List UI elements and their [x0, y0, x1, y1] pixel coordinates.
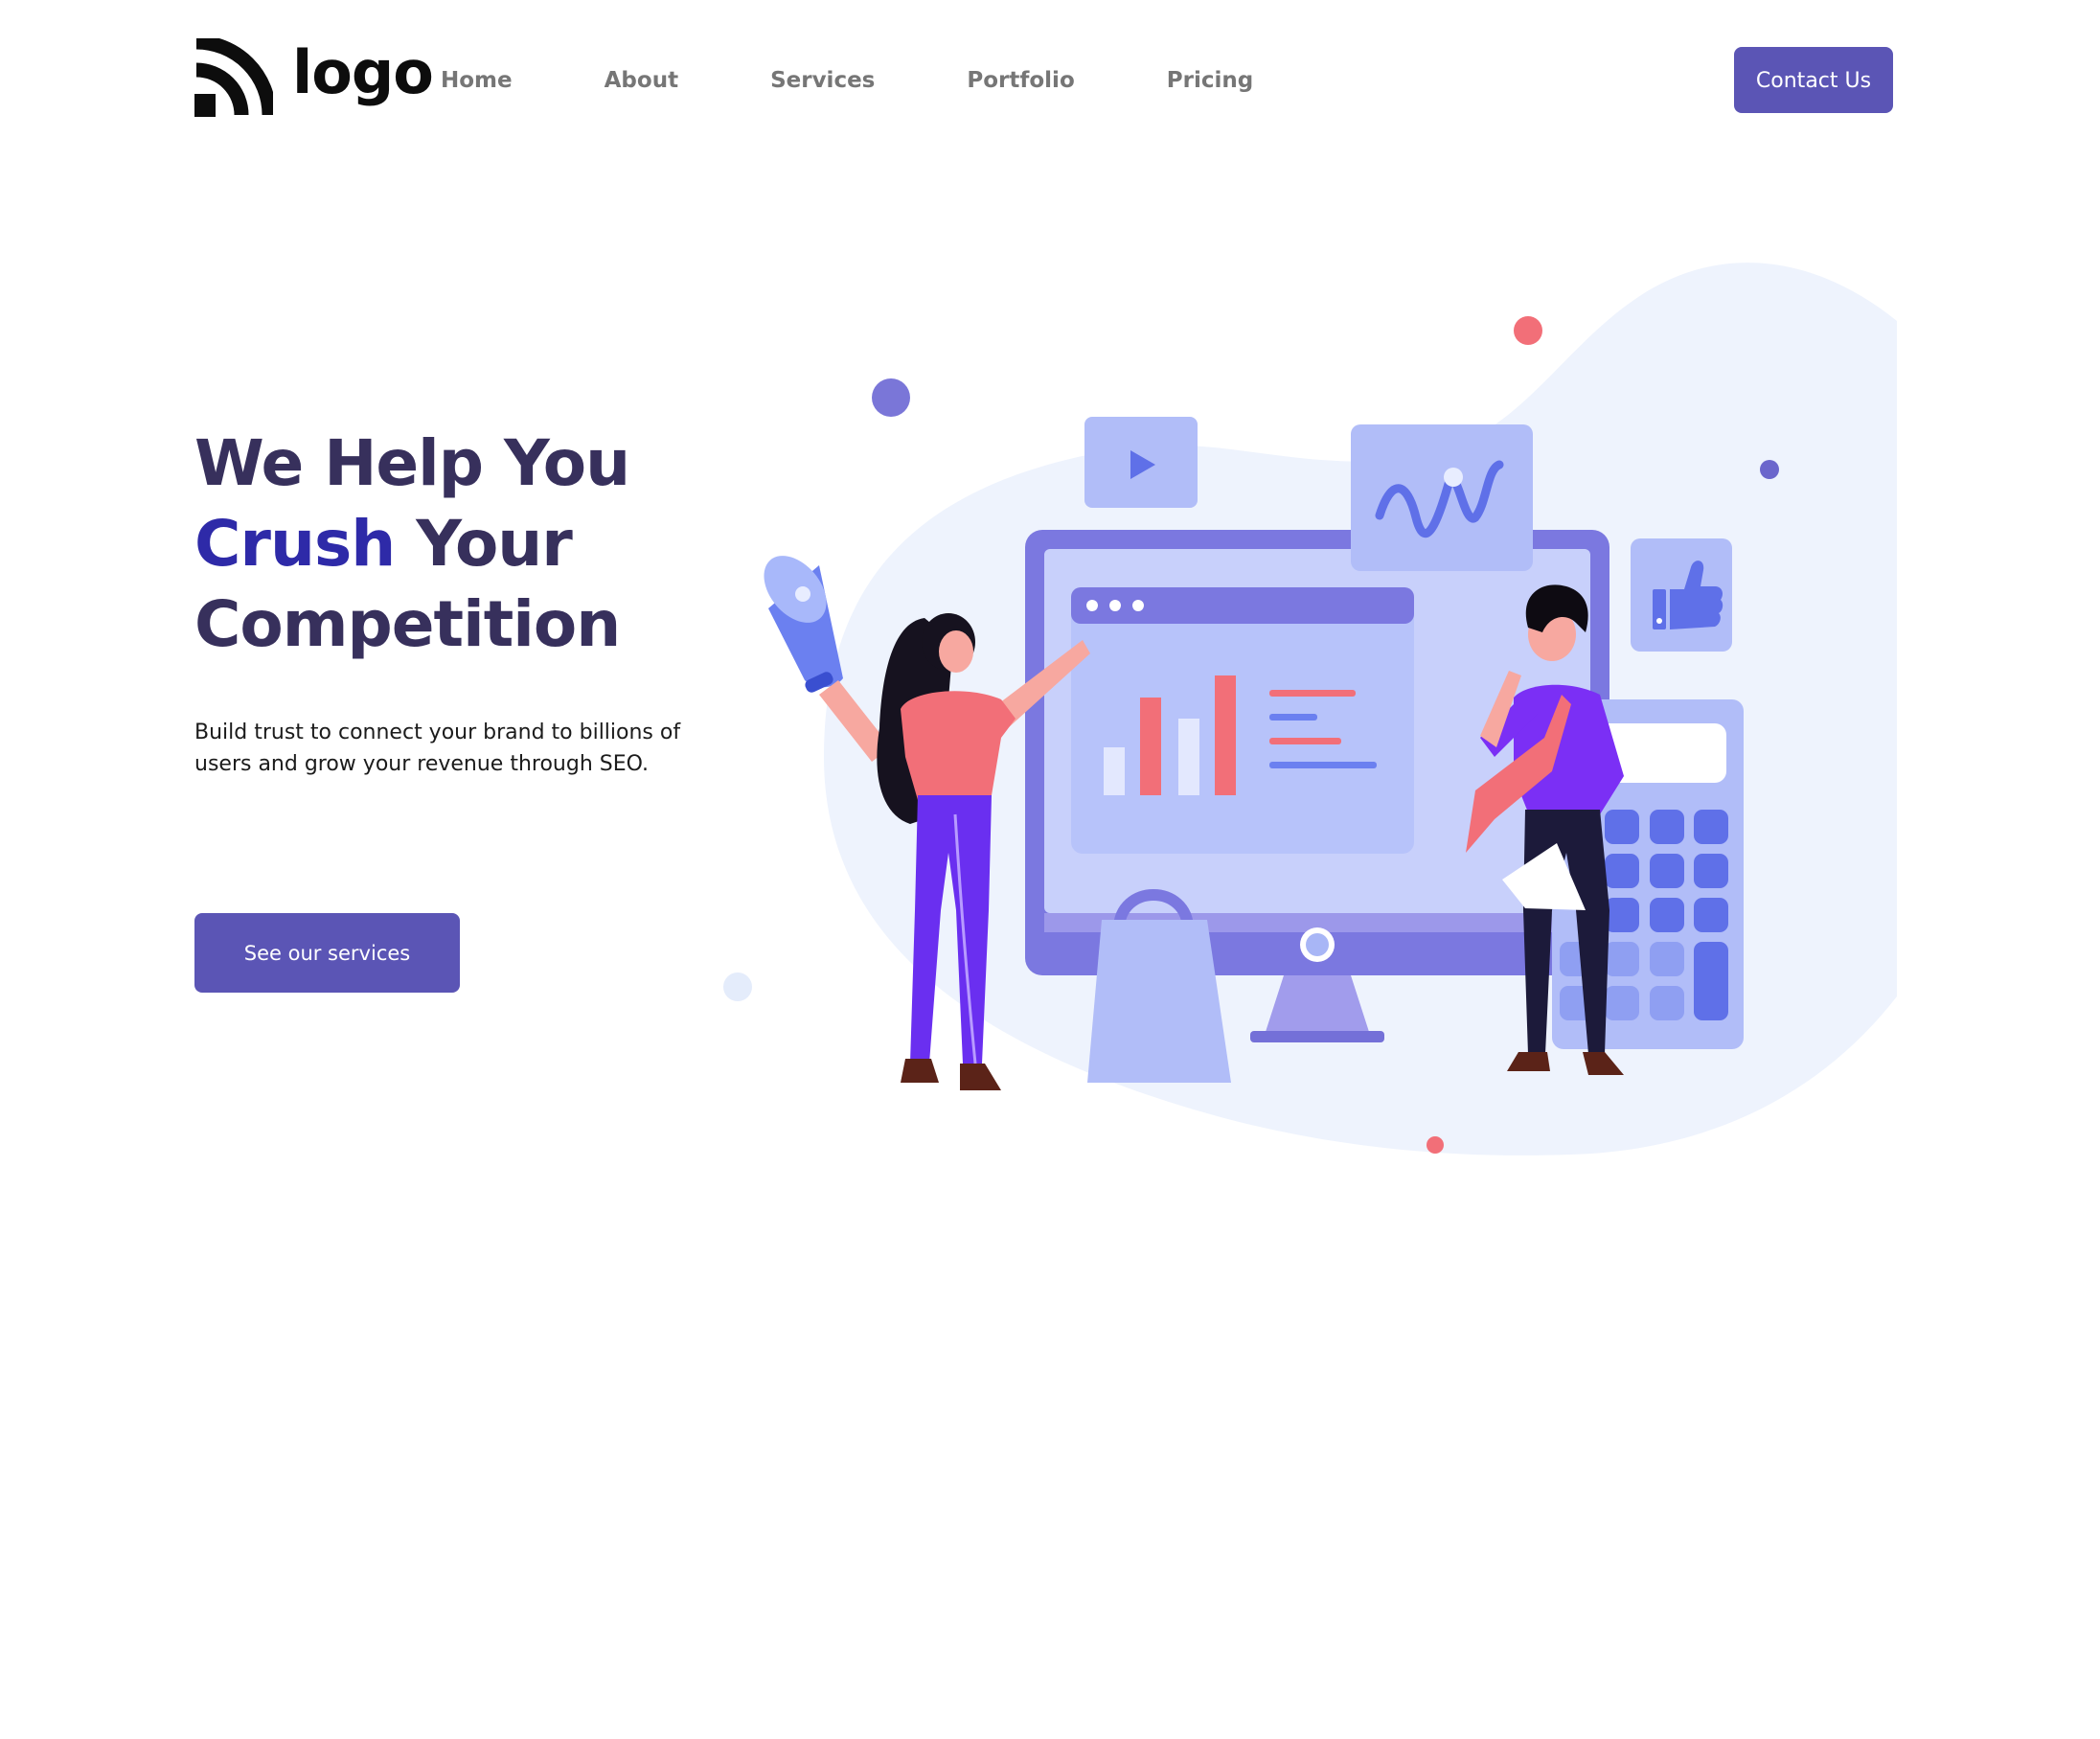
site-header: logo Home About Services Portfolio Prici… [0, 0, 2100, 163]
thumbs-up-icon [1631, 538, 1732, 652]
dot [723, 972, 752, 1001]
page: logo Home About Services Portfolio Prici… [0, 0, 2100, 1739]
logo[interactable]: logo [194, 36, 434, 119]
nav-link-pricing[interactable]: Pricing [1167, 59, 1253, 102]
hero-illustration [723, 263, 1897, 1156]
logo-text: logo [292, 37, 434, 107]
nav-link-portfolio[interactable]: Portfolio [967, 59, 1074, 102]
nav-link-about[interactable]: About [605, 59, 678, 102]
hero-heading-line-2: Crush Your [194, 504, 629, 584]
dot [1514, 316, 1542, 345]
hero-subtext: Build trust to connect your brand to bil… [194, 721, 681, 776]
dot [872, 378, 910, 417]
hero-heading: We Help You Crush Your Competition [194, 423, 630, 665]
hero-heading-accent: Crush [194, 507, 396, 581]
hero-heading-line-2-rest: Your [416, 507, 573, 581]
see-services-button[interactable]: See our services [194, 913, 460, 993]
hero-heading-line-3: Competition [194, 587, 621, 661]
main-nav: Home About Services Portfolio Pricing [441, 59, 1253, 102]
analytics-card [1351, 424, 1533, 571]
hero-heading-line-1: We Help You [194, 426, 630, 500]
dot [1427, 1136, 1444, 1154]
contact-us-button[interactable]: Contact Us [1734, 47, 1893, 113]
play-icon [1084, 417, 1198, 508]
dot [1760, 460, 1779, 479]
logo-mark-icon [194, 38, 273, 117]
nav-link-services[interactable]: Services [770, 59, 875, 102]
nav-link-home[interactable]: Home [441, 59, 513, 102]
browser-window [1071, 587, 1414, 854]
